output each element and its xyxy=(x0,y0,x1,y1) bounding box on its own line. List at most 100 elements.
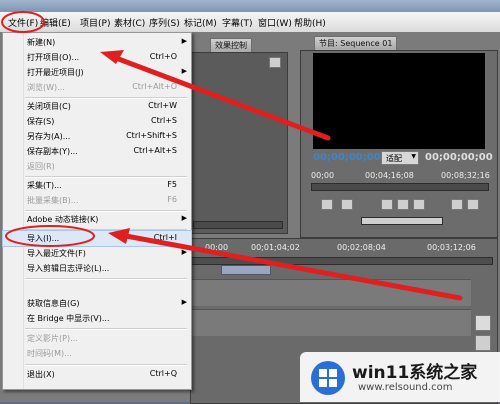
program-monitor-panel: 00;00;00;00 适配 ▼ 00;00;00;00 00;00 00;04… xyxy=(300,50,498,238)
menu-item-get-properties[interactable]: 获取信息自(G) ▶ xyxy=(3,296,191,311)
track-select-tool-icon[interactable] xyxy=(475,335,491,351)
menu-separator xyxy=(25,364,187,366)
panel-menu-icon[interactable] xyxy=(269,57,281,68)
menu-item-exit[interactable]: 退出(X) Ctrl+Q xyxy=(3,367,191,382)
menu-edit[interactable]: 编辑(E) xyxy=(40,16,71,29)
menu-item-shortcut: Ctrl+I xyxy=(153,233,177,242)
menu-item-label: 返回(R) xyxy=(27,162,55,171)
chevron-down-icon: ▼ xyxy=(411,153,416,160)
watermark-url: www.relsound.com xyxy=(358,382,453,393)
audio-track[interactable] xyxy=(191,309,471,336)
menu-item-label: 打开项目(O)... xyxy=(27,53,80,62)
menu-item-shortcut: Ctrl+W xyxy=(148,101,177,110)
menu-clip[interactable]: 素材(C) xyxy=(114,16,145,29)
menu-item-label: 退出(X) xyxy=(27,370,55,379)
menu-item-timecode[interactable]: 时间码(M)... xyxy=(3,346,191,361)
menu-sequence[interactable]: 序列(S) xyxy=(149,16,180,29)
menu-file[interactable]: 文件(F) xyxy=(8,16,38,29)
menu-item-shortcut: Ctrl+Alt+S xyxy=(133,146,177,155)
menu-item-dynamic-link[interactable]: Adobe 动态链接(K) ▶ xyxy=(3,212,191,227)
menu-item-label: 浏览(W)... xyxy=(27,83,65,92)
menu-item-shortcut: Ctrl+O xyxy=(149,52,177,61)
menu-bar: 文件(F) 编辑(E) 项目(P) 素材(C) 序列(S) 标记(M) 字幕(T… xyxy=(0,12,500,33)
menu-item-new[interactable]: 新建(N) ▶ xyxy=(3,35,191,50)
menu-item-label: 定义影片(P)... xyxy=(27,334,78,343)
window-title-strip xyxy=(0,0,500,12)
tab-program-monitor[interactable]: 节目: Sequence 01 xyxy=(314,36,398,50)
menu-item-label: 获取信息自(G) xyxy=(27,299,80,308)
menu-item-browse[interactable]: 浏览(W)... Ctrl+Alt+O xyxy=(3,80,191,95)
menu-item-shortcut: F5 xyxy=(167,180,177,189)
menu-item-import-recent-file[interactable]: 导入最近文件(F) ▶ xyxy=(3,246,191,261)
program-fit-value: 适配 xyxy=(386,154,402,163)
tab-effect-controls[interactable]: 效果控制 xyxy=(210,38,252,52)
program-ruler-label-1: 00;04;16;08 xyxy=(365,171,414,180)
step-back-icon[interactable] xyxy=(381,199,393,210)
menu-project[interactable]: 项目(P) xyxy=(80,16,110,29)
menu-marker[interactable]: 标记(M) xyxy=(184,16,217,29)
watermark: win11系统之家 www.relsound.com xyxy=(300,352,500,402)
menu-item-shortcut: F6 xyxy=(167,195,177,204)
submenu-arrow-icon: ▶ xyxy=(181,214,187,222)
menu-item-shortcut: Ctrl+Shift+S xyxy=(126,131,177,140)
extract-icon[interactable] xyxy=(467,199,479,210)
jog-shuttle[interactable] xyxy=(361,217,443,225)
menu-item-shortcut: Ctrl+Alt+O xyxy=(132,82,177,91)
menu-item-batch-capture[interactable]: 批量采集(B)... F6 xyxy=(3,193,191,208)
menu-item-label: 另存为(A)... xyxy=(27,132,71,141)
program-duration: 00;00;00;00 xyxy=(425,152,493,163)
timeline-ruler-label-2: 00;02;08;04 xyxy=(337,243,386,252)
menu-item-reveal-in-bridge[interactable]: 在 Bridge 中显示(V)... xyxy=(3,311,191,326)
effect-controls-scrollbar[interactable] xyxy=(193,221,283,229)
menu-item-label: 关闭项目(C) xyxy=(27,102,71,111)
submenu-arrow-icon: ▶ xyxy=(181,298,187,306)
menu-item-revert[interactable]: 返回(R) xyxy=(3,159,191,174)
menu-separator xyxy=(25,328,187,330)
lift-icon[interactable] xyxy=(451,199,463,210)
video-track[interactable] xyxy=(191,279,471,306)
menu-separator xyxy=(25,278,187,280)
program-current-timecode[interactable]: 00;00;00;00 xyxy=(313,152,381,163)
timeline-ruler-label-0: 00;00 xyxy=(205,243,229,252)
menu-item-import-clip-notes[interactable]: 导入剪辑日志评论(L)... xyxy=(3,261,191,276)
submenu-arrow-icon: ▶ xyxy=(181,248,187,256)
program-video-viewport xyxy=(313,53,485,149)
menu-title[interactable]: 字幕(T) xyxy=(222,16,253,29)
program-time-ruler[interactable] xyxy=(311,183,489,191)
submenu-arrow-icon: ▶ xyxy=(181,67,187,75)
menu-item-label: Adobe 动态链接(K) xyxy=(27,215,99,224)
menu-item-save[interactable]: 保存(S) Ctrl+S xyxy=(3,114,191,129)
step-forward-icon[interactable] xyxy=(413,199,425,210)
menu-item-label: 采集(T)... xyxy=(27,181,62,190)
menu-item-shortcut: Ctrl+Q xyxy=(149,369,177,378)
program-fit-select[interactable]: 适配 ▼ xyxy=(381,151,419,165)
menu-item-label: 时间码(M)... xyxy=(27,349,72,358)
play-icon[interactable] xyxy=(397,199,409,210)
selection-tool-icon[interactable] xyxy=(475,315,491,331)
menu-window[interactable]: 窗口(W) xyxy=(258,16,292,29)
program-ruler-label-0: 00;00 xyxy=(311,171,335,180)
program-ruler-label-2: 00;08;32;16 xyxy=(441,171,490,180)
menu-item-open-project[interactable]: 打开项目(O)... Ctrl+O xyxy=(3,50,191,65)
menu-item-shortcut: Ctrl+S xyxy=(150,116,177,125)
menu-help[interactable]: 帮助(H) xyxy=(294,16,326,29)
menu-item-save-as[interactable]: 另存为(A)... Ctrl+Shift+S xyxy=(3,129,191,144)
menu-item-interpret-footage[interactable]: 定义影片(P)... xyxy=(3,331,191,346)
menu-item-label: 导入最近文件(F) xyxy=(27,249,86,258)
menu-item-open-recent-project[interactable]: 打开最近项目(J) ▶ xyxy=(3,65,191,80)
menu-item-label: 导入(I)... xyxy=(27,234,60,243)
menu-item-capture[interactable]: 采集(T)... F5 xyxy=(3,178,191,193)
menu-item-label: 批量采集(B)... xyxy=(27,196,79,205)
menu-item-label: 新建(N) xyxy=(27,38,56,47)
timeline-zoom-bar[interactable] xyxy=(221,265,271,275)
effect-controls-panel xyxy=(190,52,288,234)
timeline-ruler[interactable] xyxy=(191,257,493,265)
mark-in-icon[interactable] xyxy=(321,199,333,210)
menu-item-import[interactable]: 导入(I)... Ctrl+I xyxy=(2,230,192,247)
menu-item-save-copy[interactable]: 保存副本(Y)... Ctrl+Alt+S xyxy=(3,144,191,159)
menu-item-close-project[interactable]: 关闭项目(C) Ctrl+W xyxy=(3,99,191,114)
mark-out-icon[interactable] xyxy=(341,199,353,210)
timeline-ruler-label-3: 00;03;12;06 xyxy=(427,243,476,252)
menu-item-label: 打开最近项目(J) xyxy=(27,68,84,77)
menu-item-label: 保存副本(Y)... xyxy=(27,147,78,156)
